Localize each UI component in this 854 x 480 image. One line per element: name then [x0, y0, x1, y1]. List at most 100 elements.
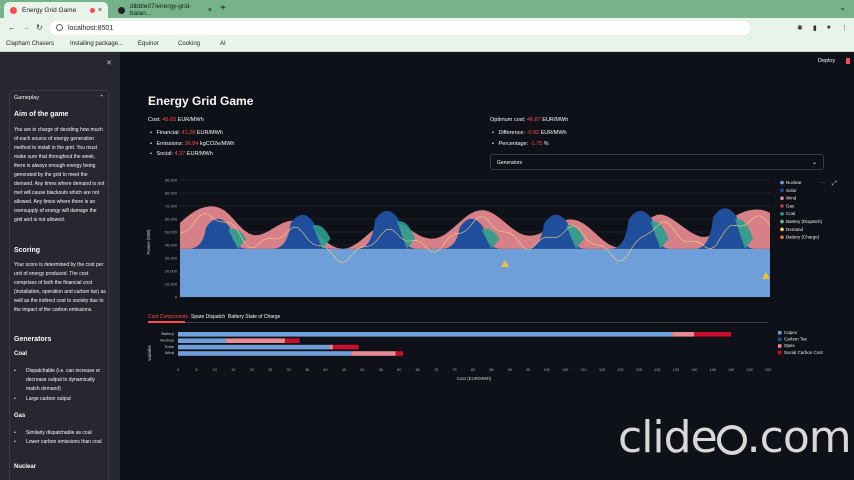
main-menu-icon[interactable] [846, 58, 850, 64]
list-item: • Large carbon output [14, 396, 71, 402]
clideo-watermark: clide .com [618, 412, 852, 463]
area-series [179, 206, 771, 297]
legend-label: Battery (Dispatch) [786, 219, 823, 224]
tab-battery-state-of-charge[interactable]: Battery State of Charge [228, 314, 280, 320]
tab-github[interactable]: dibble07/energy-grid-balan... × [112, 2, 218, 18]
select-value: Generators [497, 160, 523, 166]
gas-title: Gas [14, 413, 26, 419]
deploy-button[interactable]: Deploy [818, 58, 835, 64]
difference-metric: • Difference: -0.82 EUR/MWh [492, 130, 567, 136]
generators-title: Generators [14, 336, 52, 343]
expander-header[interactable]: Gameplay ⌃ [10, 91, 108, 105]
profile-icon[interactable]: ● [827, 24, 831, 32]
bar-x-tick: 35 [305, 368, 309, 372]
bar-x-tick: 30 [287, 368, 291, 372]
y-tick-label: 80,000 [165, 191, 178, 196]
bar-segment [351, 351, 396, 356]
new-tab-icon[interactable]: + [220, 3, 226, 14]
bar-x-tick: 80 [471, 368, 475, 372]
y-tick-label: 10,000 [165, 282, 178, 287]
bar-legend-label: Carbon Tax [784, 337, 808, 342]
aim-text: You are in charge of deciding how much o… [14, 127, 105, 223]
bookmark-ai[interactable]: AI [220, 41, 226, 47]
y-tick-label: 30,000 [165, 256, 178, 261]
bar-legend-marker [778, 344, 782, 348]
percentage-metric: • Percentage: -1.75 % [492, 141, 549, 147]
y-tick-label: 90,000 [165, 178, 178, 183]
github-favicon-icon [118, 6, 125, 14]
list-item: • Dispatchable (i.e. can increase or decr… [14, 368, 101, 392]
tab-list-chevron-icon[interactable]: ⌄ [839, 3, 846, 12]
bar-legend-label: Opex [784, 343, 796, 348]
emissions-metric: • Emissions: 36.84 kgCO2e/MWh [150, 141, 235, 147]
chevron-up-icon: ⌃ [99, 95, 104, 101]
bar-x-tick: 115 [599, 368, 605, 372]
tab-spare-dispatch[interactable]: Spare Dispatch [191, 314, 225, 320]
legend-marker [780, 188, 784, 193]
bar-x-axis-label: Cost (EUR/MWh) [457, 376, 492, 381]
bar-legend: Capex Carbon TaxOpex Social Carbon Cost [778, 330, 824, 355]
bar-x-tick: 70 [434, 368, 438, 372]
bar-x-tick: 95 [526, 368, 530, 372]
bookmark-installing-package[interactable]: Installing package... [70, 41, 123, 47]
legend-marker [780, 204, 784, 208]
bar-x-tick: 150 [728, 368, 734, 372]
legend-marker [780, 180, 784, 185]
back-icon[interactable]: ← [8, 23, 16, 32]
bar-x-tick: 135 [673, 368, 679, 372]
forward-icon[interactable]: → [22, 23, 30, 32]
tab-cost-components[interactable]: Cost Components [148, 314, 188, 320]
legend-marker [780, 196, 784, 200]
bar-x-tick: 100 [544, 368, 550, 372]
legend-label: Nuclear [786, 180, 802, 185]
bar-legend-marker [778, 350, 782, 355]
bookmark-equinor[interactable]: Equinor [138, 41, 159, 47]
y-tick-label: 70,000 [165, 204, 178, 209]
menu-icon[interactable]: ⋮ [841, 24, 848, 32]
bar-series: BatteryNuclear SolarWind [160, 331, 732, 356]
legend-marker [780, 235, 784, 239]
coal-title: Coal [14, 351, 28, 357]
site-info-icon[interactable] [56, 24, 63, 31]
bar-x-tick: 125 [636, 368, 642, 372]
bar-segment [225, 338, 285, 343]
tab-energy-grid-game[interactable]: Energy Grid Game × [4, 2, 108, 18]
generators-select[interactable]: Generators ⌄ [490, 154, 824, 170]
bar-x-tick: 45 [342, 368, 346, 372]
tab-label: Energy Grid Game [22, 6, 77, 14]
page-title: Energy Grid Game [148, 94, 254, 108]
bar-x-tick: 40 [323, 368, 327, 372]
fullscreen-icon[interactable]: ⤢ [832, 180, 837, 187]
legend-label: Gas [786, 203, 795, 208]
power-area-chart[interactable]: Power (MW) 0 10,000 20,000 30,000 40,000 50,0… [140, 172, 840, 300]
close-tab-icon[interactable]: × [208, 7, 212, 14]
y-tick-label: 20,000 [165, 269, 178, 274]
nuclear-area [180, 248, 770, 297]
bar-x-tick: 90 [508, 368, 512, 372]
bar-segment [395, 351, 403, 356]
bar-segment [178, 338, 226, 343]
url-text: localhost:8501 [68, 24, 114, 32]
sidebar-icon[interactable]: ▮ [813, 24, 817, 32]
bar-x-tick: 10 [213, 368, 217, 372]
url-input[interactable]: localhost:8501 [50, 21, 750, 35]
bookmarks-bar: Clapham Chasers Installing package... Eq… [0, 38, 854, 52]
bar-x-tick: 85 [489, 368, 493, 372]
more-icon[interactable]: ⋯ [820, 180, 825, 186]
extensions-icon[interactable]: ✱ [797, 24, 803, 32]
close-sidebar-icon[interactable]: ✕ [106, 59, 112, 67]
bar-category-label: Solar [165, 344, 175, 349]
bookmark-cooking[interactable]: Cooking [178, 41, 200, 47]
bar-segment [332, 344, 359, 350]
bar-legend-marker [778, 331, 782, 335]
bookmark-clapham-chasers[interactable]: Clapham Chasers [6, 41, 54, 47]
nuclear-title: Nuclear [14, 464, 37, 470]
close-tab-icon[interactable]: × [98, 7, 102, 14]
legend-label: Battery (Charge) [786, 235, 820, 240]
cost-bar-chart[interactable]: variable BatteryNuclear SolarWind 0 5 10 15 2… [140, 326, 840, 386]
bar-x-tick: 20 [250, 368, 254, 372]
bar-x-tick: 145 [710, 368, 716, 372]
reload-icon[interactable]: ↻ [36, 23, 43, 32]
bar-x-tick: 0 [177, 368, 179, 372]
legend-marker [780, 227, 784, 232]
